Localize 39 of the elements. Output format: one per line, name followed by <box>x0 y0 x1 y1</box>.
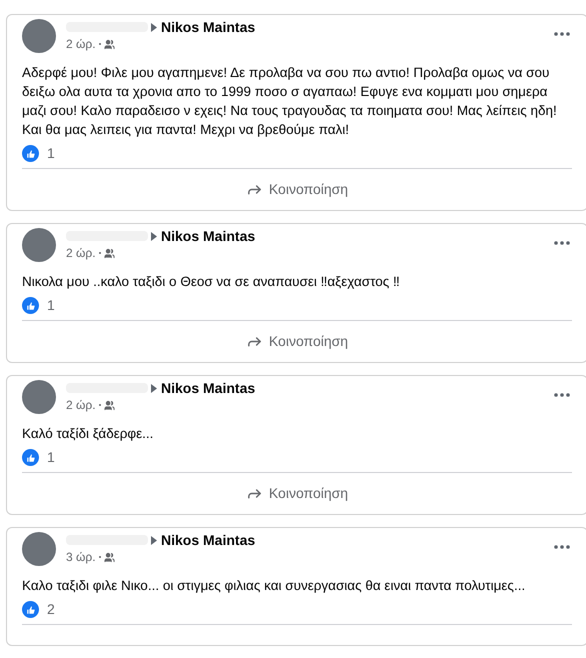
post-text: Αδερφέ μου! Φιλε μου αγαπημενε! Δε προλαβα να σου πω αντιο! Προλαβα ομως να σου δειξω ολα αυτα τα χρονια απο το 1999 ποσο σ αγαπαω! Εφυγε ενα κομματι μου σημερα μαζι σου! Καλο παραδεισο ν εχεις! Να τους τραγουδας τα ποιηματα σου! Μας λείπεις ηδη! Και θα μας λειπεις για παντα! Μεχρι να βρεθούμε παλι! <box>22 64 558 139</box>
like-count[interactable]: 2 <box>47 599 55 620</box>
post-time[interactable]: 2 ώρ. <box>66 397 96 413</box>
more-options-icon[interactable] <box>554 241 570 245</box>
post-text: Νικολα μου ..καλο ταξιδι ο Θεοσ να σε αναπαυσει ‼αξεχαστος ‼ <box>22 273 401 291</box>
share-button[interactable]: Κοινοποίηση <box>240 329 354 354</box>
caret-icon <box>151 536 157 544</box>
recipient-name[interactable]: Nikos Maintas <box>161 531 256 549</box>
caret-icon <box>151 22 157 32</box>
avatar[interactable] <box>22 380 56 414</box>
like-count[interactable]: 1 <box>47 447 55 468</box>
like-count[interactable]: 1 <box>47 143 55 164</box>
like-icon <box>22 297 39 314</box>
post-text: Καλό ταξίδι ξάδερφε... <box>22 425 154 443</box>
like-icon <box>22 145 39 162</box>
post-time[interactable]: 3 ώρ. <box>66 549 96 565</box>
avatar[interactable] <box>22 19 56 53</box>
like-icon <box>22 601 39 618</box>
caret-icon <box>151 232 157 240</box>
audience-icon <box>104 38 115 50</box>
caret-icon <box>151 384 157 392</box>
audience-icon <box>104 400 115 410</box>
share-button[interactable]: Κοινοποίηση <box>240 481 354 506</box>
like-icon <box>22 449 39 466</box>
audience-icon <box>104 248 115 258</box>
post-time[interactable]: 2 ώρ. <box>66 245 96 261</box>
more-options-icon[interactable] <box>554 32 570 36</box>
audience-icon <box>104 552 115 562</box>
more-options-icon[interactable] <box>554 545 570 549</box>
post-time[interactable]: 2 ώρ. <box>66 36 96 52</box>
post-text: Καλο ταξιδι φιλε Νικο... οι στιγμες φιλιας και συνεργασιας θα ειναι παντα πολυτιμες... <box>22 577 526 595</box>
more-options-icon[interactable] <box>554 393 570 397</box>
recipient-name[interactable]: Nikos Maintas <box>161 227 256 245</box>
recipient-name[interactable]: Nikos Maintas <box>161 379 256 397</box>
avatar[interactable] <box>22 228 56 262</box>
avatar[interactable] <box>22 532 56 566</box>
recipient-name[interactable]: Nikos Maintas <box>161 18 256 36</box>
like-count[interactable]: 1 <box>47 295 55 316</box>
share-button[interactable]: Κοινοποίηση <box>240 177 354 202</box>
